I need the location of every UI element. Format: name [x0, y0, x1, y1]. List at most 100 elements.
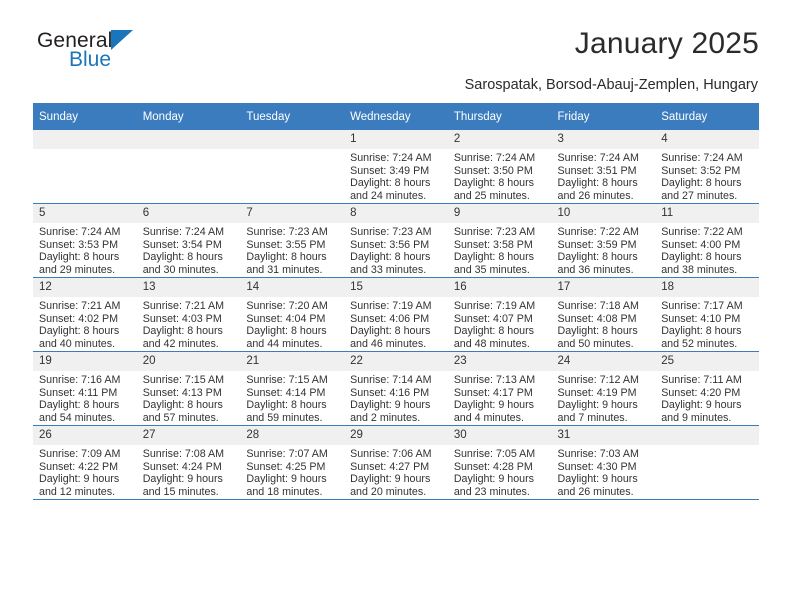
daylight-duration-line1: Daylight: 9 hours	[557, 399, 638, 412]
calendar-day-cell[interactable]: 19 Sunrise: 7:16 AM Sunset: 4:11 PM Dayligh…	[33, 351, 137, 426]
calendar-body: 1 Sunrise: 7:24 AM Sunset: 3:49 PM Daylight…	[33, 130, 759, 500]
daylight-duration-line1: Daylight: 8 hours	[246, 325, 327, 338]
calendar-day-cell[interactable]: 21 Sunrise: 7:15 AM Sunset: 4:14 PM Dayligh…	[240, 351, 345, 426]
day-number: 2	[447, 130, 552, 149]
day-number: 3	[551, 130, 656, 149]
daylight-duration-line1: Daylight: 8 hours	[39, 251, 120, 264]
day-number: 24	[551, 352, 656, 371]
calendar-day-cell[interactable]: 24 Sunrise: 7:12 AM Sunset: 4:19 PM Dayligh…	[551, 351, 656, 426]
calendar-day-cell[interactable]: 16 Sunrise: 7:19 AM Sunset: 4:07 PM Dayligh…	[447, 277, 552, 352]
daylight-duration-line1: Daylight: 8 hours	[246, 399, 327, 412]
day-number: 29	[344, 426, 448, 445]
sunrise-time: Sunrise: 7:09 AM	[39, 448, 121, 460]
calendar-day-cell[interactable]: 27 Sunrise: 7:08 AM Sunset: 4:24 PM Dayligh…	[136, 425, 241, 500]
daylight-duration-line2: and 50 minutes.	[557, 337, 634, 350]
sunrise-time: Sunrise: 7:23 AM	[453, 226, 536, 238]
daylight-duration-line1: Daylight: 8 hours	[453, 177, 535, 190]
calendar-day-cell[interactable]: 18 Sunrise: 7:17 AM Sunset: 4:10 PM Dayligh…	[655, 277, 759, 352]
daylight-duration-line2: and 35 minutes.	[453, 263, 530, 276]
sunset-time: Sunset: 4:20 PM	[661, 386, 741, 399]
calendar-day-cell[interactable]: 14 Sunrise: 7:20 AM Sunset: 4:04 PM Dayligh…	[240, 277, 345, 352]
calendar-week-row: 19 Sunrise: 7:16 AM Sunset: 4:11 PM Dayligh…	[33, 351, 759, 426]
day-number: 22	[344, 352, 448, 371]
sunset-time: Sunset: 3:59 PM	[557, 238, 637, 251]
day-details: Sunrise: 7:20 AM Sunset: 4:04 PM Daylight:…	[240, 297, 344, 350]
day-number: 6	[136, 204, 241, 223]
daylight-duration-line1: Daylight: 8 hours	[350, 177, 431, 190]
day-number	[33, 130, 137, 149]
day-details	[240, 149, 344, 152]
daylight-duration-line2: and 26 minutes.	[557, 485, 634, 498]
sunrise-time: Sunrise: 7:23 AM	[350, 226, 432, 238]
calendar-day-cell[interactable]: 1 Sunrise: 7:24 AM Sunset: 3:49 PM Daylight…	[344, 130, 448, 204]
sunrise-time: Sunrise: 7:24 AM	[142, 226, 225, 238]
day-details: Sunrise: 7:24 AM Sunset: 3:54 PM Daylight:…	[137, 223, 241, 276]
weekday-header-monday: Monday	[136, 103, 241, 130]
daylight-duration-line2: and 38 minutes.	[661, 263, 738, 276]
day-number: 21	[240, 352, 345, 371]
day-details: Sunrise: 7:19 AM Sunset: 4:06 PM Daylight:…	[344, 297, 448, 350]
daylight-duration-line1: Daylight: 8 hours	[350, 325, 431, 338]
page-subtitle-location: Sarospatak, Borsod-Abauj-Zemplen, Hungar…	[464, 77, 758, 93]
calendar-page: General Blue January 2025 Sarospatak, Bo…	[0, 0, 792, 612]
day-number: 31	[551, 426, 656, 445]
weekday-header-saturday: Saturday	[655, 103, 759, 130]
calendar-day-cell[interactable]: 17 Sunrise: 7:18 AM Sunset: 4:08 PM Dayligh…	[551, 277, 656, 352]
calendar-day-cell[interactable]: 25 Sunrise: 7:11 AM Sunset: 4:20 PM Dayligh…	[655, 351, 759, 426]
calendar-day-cell[interactable]: 20 Sunrise: 7:15 AM Sunset: 4:13 PM Dayligh…	[136, 351, 241, 426]
calendar-day-cell[interactable]: 26 Sunrise: 7:09 AM Sunset: 4:22 PM Dayligh…	[33, 425, 137, 500]
calendar-day-cell[interactable]: 2 Sunrise: 7:24 AM Sunset: 3:50 PM Daylight…	[447, 130, 552, 204]
calendar-day-cell[interactable]: 4 Sunrise: 7:24 AM Sunset: 3:52 PM Daylight…	[655, 130, 759, 204]
day-details: Sunrise: 7:17 AM Sunset: 4:10 PM Daylight:…	[655, 297, 759, 350]
calendar-day-cell[interactable]: 5 Sunrise: 7:24 AM Sunset: 3:53 PM Daylight…	[33, 203, 137, 278]
calendar-day-cell[interactable]: 7 Sunrise: 7:23 AM Sunset: 3:55 PM Daylight…	[240, 203, 345, 278]
weekday-header-sunday: Sunday	[33, 103, 137, 130]
weekday-header-wednesday: Wednesday	[344, 103, 448, 130]
day-details: Sunrise: 7:03 AM Sunset: 4:30 PM Daylight:…	[552, 445, 656, 498]
calendar-day-cell[interactable]: 11 Sunrise: 7:22 AM Sunset: 4:00 PM Dayligh…	[655, 203, 759, 278]
day-number: 17	[551, 278, 656, 297]
sunrise-time: Sunrise: 7:15 AM	[246, 374, 328, 386]
daylight-duration-line1: Daylight: 8 hours	[453, 251, 535, 264]
daylight-duration-line2: and 15 minutes.	[142, 485, 219, 498]
day-number	[655, 426, 759, 445]
calendar-day-cell[interactable]: 8 Sunrise: 7:23 AM Sunset: 3:56 PM Daylight…	[344, 203, 448, 278]
calendar-day-cell[interactable]: 31 Sunrise: 7:03 AM Sunset: 4:30 PM Dayligh…	[551, 425, 656, 500]
calendar-day-cell[interactable]: 6 Sunrise: 7:24 AM Sunset: 3:54 PM Daylight…	[136, 203, 241, 278]
sunrise-time: Sunrise: 7:24 AM	[453, 152, 536, 164]
daylight-duration-line1: Daylight: 9 hours	[453, 399, 535, 412]
generalblue-logo[interactable]: General Blue	[37, 30, 237, 86]
calendar-day-cell[interactable]: 29 Sunrise: 7:06 AM Sunset: 4:27 PM Dayligh…	[344, 425, 448, 500]
calendar-day-cell[interactable]: 23 Sunrise: 7:13 AM Sunset: 4:17 PM Dayligh…	[447, 351, 552, 426]
sunrise-time: Sunrise: 7:24 AM	[557, 152, 639, 164]
logo-triangle-icon	[111, 30, 134, 50]
calendar-day-cell[interactable]: 15 Sunrise: 7:19 AM Sunset: 4:06 PM Dayligh…	[344, 277, 448, 352]
daylight-duration-line2: and 33 minutes.	[350, 263, 427, 276]
day-details: Sunrise: 7:19 AM Sunset: 4:07 PM Daylight:…	[448, 297, 552, 350]
calendar-day-cell[interactable]: 12 Sunrise: 7:21 AM Sunset: 4:02 PM Dayligh…	[33, 277, 137, 352]
day-number: 28	[240, 426, 345, 445]
calendar-day-cell[interactable]: 3 Sunrise: 7:24 AM Sunset: 3:51 PM Daylight…	[551, 130, 656, 204]
sunset-time: Sunset: 4:07 PM	[453, 312, 533, 325]
sunset-time: Sunset: 3:51 PM	[557, 164, 637, 177]
day-details: Sunrise: 7:16 AM Sunset: 4:11 PM Daylight:…	[33, 371, 137, 424]
calendar-day-cell[interactable]: 22 Sunrise: 7:14 AM Sunset: 4:16 PM Dayligh…	[344, 351, 448, 426]
sunrise-time: Sunrise: 7:15 AM	[142, 374, 225, 386]
weekday-header-tuesday: Tuesday	[240, 103, 345, 130]
day-number: 14	[240, 278, 345, 297]
calendar-day-cell[interactable]: 30 Sunrise: 7:05 AM Sunset: 4:28 PM Dayligh…	[447, 425, 552, 500]
sunrise-time: Sunrise: 7:18 AM	[557, 300, 639, 312]
sunset-time: Sunset: 4:24 PM	[142, 460, 222, 473]
day-details: Sunrise: 7:24 AM Sunset: 3:49 PM Daylight:…	[344, 149, 448, 202]
sunrise-time: Sunrise: 7:03 AM	[557, 448, 639, 460]
daylight-duration-line2: and 42 minutes.	[142, 337, 219, 350]
calendar-day-cell[interactable]: 10 Sunrise: 7:22 AM Sunset: 3:59 PM Dayligh…	[551, 203, 656, 278]
day-number: 19	[33, 352, 137, 371]
sunset-time: Sunset: 4:00 PM	[661, 238, 741, 251]
calendar-day-cell[interactable]: 28 Sunrise: 7:07 AM Sunset: 4:25 PM Dayligh…	[240, 425, 345, 500]
weekday-header-thursday: Thursday	[447, 103, 552, 130]
sunset-time: Sunset: 3:52 PM	[661, 164, 741, 177]
calendar-day-cell[interactable]: 9 Sunrise: 7:23 AM Sunset: 3:58 PM Daylight…	[447, 203, 552, 278]
sunset-time: Sunset: 4:25 PM	[246, 460, 326, 473]
calendar-day-cell[interactable]: 13 Sunrise: 7:21 AM Sunset: 4:03 PM Dayligh…	[136, 277, 241, 352]
